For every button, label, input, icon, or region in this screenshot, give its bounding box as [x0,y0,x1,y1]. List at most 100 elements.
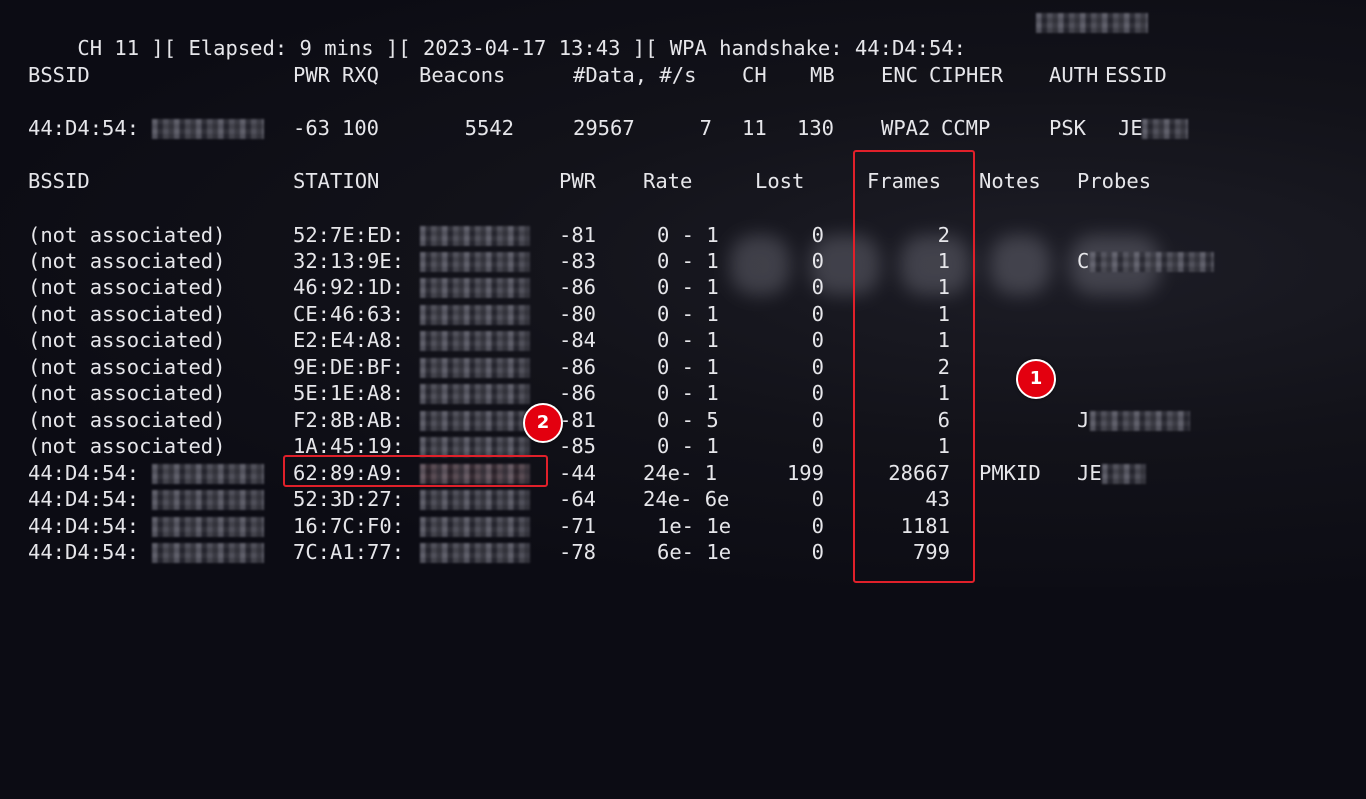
ap-table-header: BSSID PWR RXQ Beacons #Data, #/s CH MB E… [0,62,1366,88]
row-station: 9E:DE:BF: [293,355,405,379]
row-pwr: -84 [559,328,597,352]
row-lost: 0 [811,328,824,352]
col-beacons: Beacons [419,63,506,87]
row-pwr: -81 [559,223,597,247]
row-rate: 0 - 1 [657,223,719,247]
row-pwr: -83 [559,249,597,273]
status-line: CH 11 ][ Elapsed: 9 mins ][ 2023-04-17 1… [28,9,966,60]
redacted-station [420,331,530,351]
ap-mb: 130 [797,116,835,140]
table-row[interactable]: (not associated) 1A:45:19: -85 0 - 1 0 1 [0,433,1366,459]
redacted-station [420,490,530,510]
row-rate: 0 - 1 [657,355,719,379]
table-row[interactable]: (not associated) E2:E4:A8: -84 0 - 1 0 1 [0,327,1366,353]
status-text: CH 11 ][ Elapsed: 9 mins ][ 2023-04-17 1… [77,36,967,60]
row-bssid: 44:D4:54: [28,487,140,511]
row-station: 52:7E:ED: [293,223,405,247]
table-row[interactable]: (not associated) 9E:DE:BF: -86 0 - 1 0 2 [0,354,1366,380]
station-table-header: BSSID STATION PWR Rate Lost Frames Notes… [0,168,1366,194]
row-pwr: -86 [559,275,597,299]
row-station: 46:92:1D: [293,275,405,299]
table-row[interactable]: (not associated) CE:46:63: -80 0 - 1 0 1 [0,301,1366,327]
row-lost: 0 [811,434,824,458]
col-auth: AUTH [1049,63,1099,87]
row-bssid: (not associated) [28,408,226,432]
row-lost: 0 [811,355,824,379]
row-lost: 0 [811,381,824,405]
redacted-station [420,252,530,272]
ap-auth: PSK [1049,116,1087,140]
row-probes: C [1077,249,1090,273]
row-station: CE:46:63: [293,302,405,326]
row-station: 52:3D:27: [293,487,405,511]
redacted-bssid [152,517,264,537]
row-pwr: -86 [559,355,597,379]
row-pwr: -78 [559,540,597,564]
table-row[interactable]: (not associated) 5E:1E:A8: -86 0 - 1 0 1 [0,380,1366,406]
row-bssid: (not associated) [28,434,226,458]
redacted-probe [1102,464,1146,484]
redacted-ap-essid [1142,119,1188,139]
row-rate: 24e- 1 [643,461,718,485]
col-bssid: BSSID [28,63,90,87]
ap-essid: JE [1118,116,1143,140]
redacted-bssid [152,543,264,563]
row-lost: 0 [811,223,824,247]
row-lost: 0 [811,487,824,511]
row-probes: J [1077,408,1090,432]
redacted-probe [1090,411,1190,431]
row-rate: 0 - 1 [657,249,719,273]
table-row[interactable]: (not associated) 46:92:1D: -86 0 - 1 0 1 [0,274,1366,300]
row-lost: 0 [811,408,824,432]
col-ch: CH [742,63,767,87]
terminal-window[interactable]: CH 11 ][ Elapsed: 9 mins ][ 2023-04-17 1… [0,0,1366,587]
row-bssid: (not associated) [28,249,226,273]
row-station: 16:7C:F0: [293,514,405,538]
row-bssid: 44:D4:54: [28,514,140,538]
row-rate: 24e- 6e [643,487,730,511]
col-cipher: CIPHER [929,63,1004,87]
frames-column-highlight [853,150,975,583]
col-rate: Rate [643,169,693,193]
row-lost: 0 [811,302,824,326]
ap-beacons: 5542 [464,116,514,140]
ap-bssid: 44:D4:54: [28,116,140,140]
row-pwr: -86 [559,381,597,405]
row-pwr: -71 [559,514,597,538]
row-bssid: (not associated) [28,302,226,326]
row-rate: 0 - 1 [657,434,719,458]
ap-enc: WPA2 [881,116,931,140]
ap-cipher: CCMP [941,116,991,140]
row-bssid: (not associated) [28,355,226,379]
redacted-bssid [152,490,264,510]
row-pwr: -44 [559,461,597,485]
row-pwr: -64 [559,487,597,511]
ap-pwr: -63 [293,116,331,140]
col-data: #Data, #/s [573,63,697,87]
row-station: E2:E4:A8: [293,328,405,352]
col-bssid: BSSID [28,169,90,193]
row-bssid: 44:D4:54: [28,540,140,564]
row-station: F2:8B:AB: [293,408,405,432]
redacted-station [420,384,530,404]
annotation-marker-1: 1 [1016,359,1056,399]
row-lost: 0 [811,275,824,299]
row-station: 7C:A1:77: [293,540,405,564]
redacted-station [420,226,530,246]
row-notes: PMKID [979,461,1041,485]
row-rate: 0 - 1 [657,328,719,352]
col-enc: ENC [881,63,919,87]
table-row[interactable]: (not associated) 52:7E:ED: -81 0 - 1 0 2 [0,222,1366,248]
station-highlight [283,455,548,487]
row-rate: 0 - 1 [657,302,719,326]
row-lost: 0 [811,540,824,564]
redacted-probe [1090,252,1214,272]
row-bssid: (not associated) [28,275,226,299]
col-rxq: RXQ [342,63,380,87]
col-station: STATION [293,169,380,193]
col-probes: Probes [1077,169,1152,193]
row-lost: 0 [811,514,824,538]
ap-ch: 11 [742,116,767,140]
row-pwr: -81 [559,408,597,432]
row-rate: 0 - 1 [657,275,719,299]
